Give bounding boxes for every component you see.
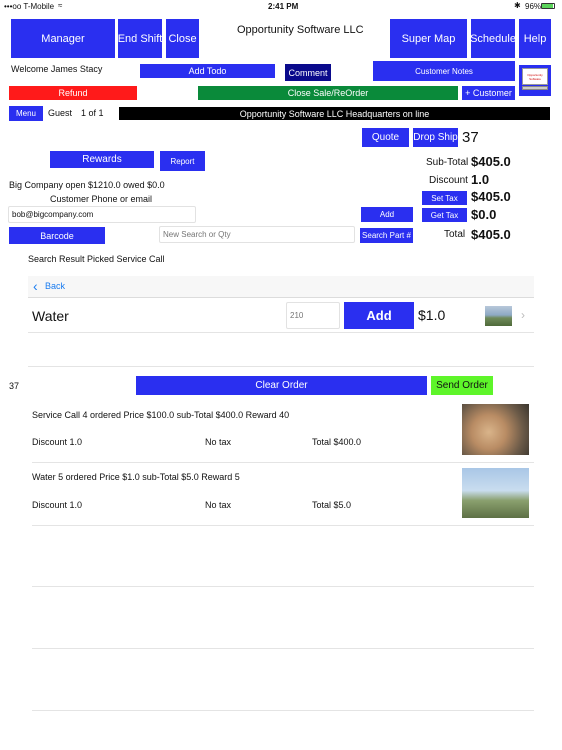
bluetooth-icon: ✱ [514, 1, 521, 10]
order-item-summary: Service Call 4 ordered Price $100.0 sub-… [32, 410, 290, 420]
comment-button[interactable]: Comment [285, 64, 331, 81]
customer-email-input[interactable]: bob@bigcompany.com [8, 206, 196, 223]
logo-text: Opportunity Software [527, 72, 543, 81]
order-item-thumbnail [462, 404, 529, 455]
help-button[interactable]: Help [519, 19, 551, 58]
results-nav-bar [28, 276, 534, 298]
add-customer-button[interactable]: + Customer [462, 86, 515, 100]
phone-label: Customer Phone or email [50, 194, 153, 204]
product-price: $1.0 [418, 307, 446, 323]
refund-button[interactable]: Refund [9, 86, 137, 100]
subtotal-label: Sub-Total [426, 157, 469, 168]
back-chevron-icon[interactable]: ‹ [33, 278, 38, 294]
product-name: Water [32, 308, 69, 324]
chevron-right-icon[interactable]: › [521, 308, 525, 322]
search-input[interactable] [159, 226, 355, 243]
tax-value: $0.0 [471, 207, 497, 222]
order-item-total: Total $5.0 [312, 500, 352, 510]
order-number: 37 [9, 381, 20, 391]
order-item-thumbnail [462, 468, 529, 518]
add-customer-contact-button[interactable]: Add [361, 207, 413, 222]
battery-icon [541, 3, 555, 9]
product-qty-input[interactable] [286, 302, 340, 329]
get-tax-button[interactable]: Get Tax [422, 208, 467, 222]
email-value: bob@bigcompany.com [12, 210, 94, 219]
discount-label: Discount [429, 175, 468, 186]
divider [32, 710, 534, 711]
end-shift-button[interactable]: End Shift [118, 19, 162, 58]
total-label: Total [444, 229, 466, 240]
guest-label: Guest [48, 108, 73, 118]
clock: 2:41 PM [268, 2, 299, 11]
product-add-button[interactable]: Add [344, 302, 414, 329]
order-item-tax: No tax [205, 500, 232, 510]
customer-info: Big Company open $1210.0 owed $0.0 [9, 180, 165, 190]
divider [32, 525, 534, 526]
menu-button[interactable]: Menu [9, 106, 43, 121]
set-tax-button[interactable]: Set Tax [422, 191, 467, 205]
report-button[interactable]: Report [160, 151, 205, 171]
order-item-discount: Discount 1.0 [32, 437, 83, 447]
divider [28, 366, 534, 367]
battery-percent: 96% [525, 2, 542, 11]
clear-order-button[interactable]: Clear Order [136, 376, 427, 395]
total-value: $405.0 [471, 227, 511, 242]
back-button[interactable]: Back [45, 281, 65, 291]
order-item-tax: No tax [205, 437, 232, 447]
barcode-button[interactable]: Barcode [9, 227, 105, 244]
subtotal-value: $405.0 [471, 154, 511, 169]
drop-ship-button[interactable]: Drop Ship [413, 128, 458, 147]
divider [32, 462, 534, 463]
status-marquee: Opportunity Software LLC Headquarters on… [119, 107, 550, 120]
close-sale-button[interactable]: Close Sale/ReOrder [198, 86, 458, 100]
schedule-button[interactable]: Schedule [471, 19, 515, 58]
divider [32, 648, 534, 649]
wifi-icon: ≈ [58, 1, 63, 10]
divider [28, 332, 534, 333]
quote-button[interactable]: Quote [362, 128, 409, 147]
manager-button[interactable]: Manager [11, 19, 115, 58]
discount-value: 1.0 [471, 172, 490, 187]
pager-text: 1 of 1 [81, 108, 104, 118]
welcome-text: Welcome James Stacy [11, 64, 103, 74]
super-map-button[interactable]: Super Map [390, 19, 467, 58]
order-item-discount: Discount 1.0 [32, 500, 83, 510]
search-result-title: Search Result Picked Service Call [28, 254, 165, 264]
order-count: 37 [462, 129, 479, 146]
company-logo-icon[interactable]: Opportunity Software [519, 65, 551, 96]
customer-notes-button[interactable]: Customer Notes [373, 61, 515, 81]
order-item-total: Total $400.0 [312, 437, 362, 447]
rewards-button[interactable]: Rewards [50, 151, 154, 168]
search-part-button[interactable]: Search Part # [360, 228, 413, 243]
send-order-button[interactable]: Send Order [431, 376, 493, 395]
divider [32, 586, 534, 587]
order-item-summary: Water 5 ordered Price $1.0 sub-Total $5.… [32, 472, 240, 482]
close-button[interactable]: Close [166, 19, 199, 58]
tax-set-value: $405.0 [471, 189, 511, 204]
company-name: Opportunity Software LLC [237, 24, 364, 36]
add-todo-button[interactable]: Add Todo [140, 64, 275, 78]
carrier-status: •••oo T-Mobile [4, 2, 55, 11]
product-thumbnail [485, 306, 512, 326]
